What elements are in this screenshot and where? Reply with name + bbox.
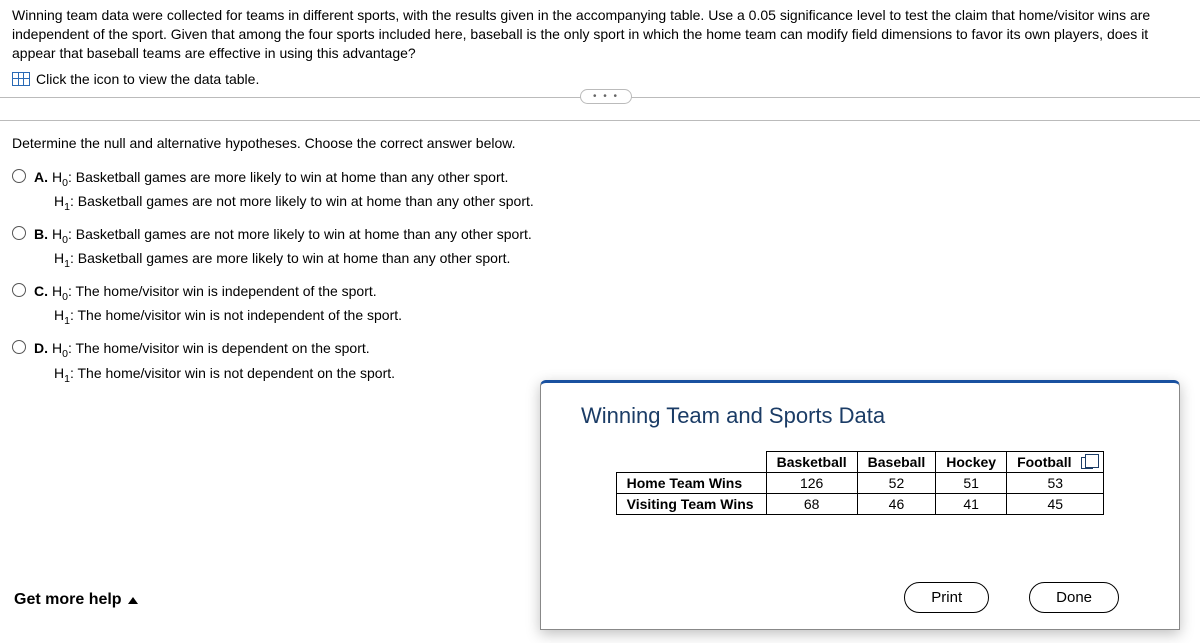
radio-d[interactable]: [12, 340, 26, 354]
option-a-h0: Basketball games are more likely to win …: [76, 169, 509, 185]
hypothesis-prompt: Determine the null and alternative hypot…: [0, 121, 1200, 157]
option-c-h0: The home/visitor win is independent of t…: [76, 283, 377, 299]
col-basketball: Basketball: [766, 452, 857, 473]
get-more-help-label: Get more help: [14, 591, 122, 609]
copy-icon[interactable]: [1081, 457, 1093, 469]
option-a-h1: Basketball games are not more likely to …: [78, 193, 534, 209]
ellipsis-icon[interactable]: • • •: [580, 89, 632, 104]
chevron-up-icon: [128, 597, 138, 604]
radio-c[interactable]: [12, 283, 26, 297]
col-football: Football: [1007, 452, 1104, 473]
option-c[interactable]: C.H0: The home/visitor win is independen…: [12, 277, 1188, 334]
data-table-popup: Winning Team and Sports Data Basketball …: [540, 380, 1180, 630]
section-divider: • • •: [0, 97, 1200, 121]
option-a[interactable]: A.H0: Basketball games are more likely t…: [12, 163, 1188, 220]
col-hockey: Hockey: [936, 452, 1007, 473]
col-baseball: Baseball: [857, 452, 936, 473]
table-row: Home Team Wins 126 52 51 53: [616, 473, 1104, 494]
option-b-h1: Basketball games are more likely to win …: [78, 250, 511, 266]
get-more-help-button[interactable]: Get more help: [14, 591, 138, 609]
table-row: Visiting Team Wins 68 46 41 45: [616, 494, 1104, 515]
question-intro: Winning team data were collected for tea…: [0, 0, 1200, 67]
radio-a[interactable]: [12, 169, 26, 183]
option-d-h1: The home/visitor win is not dependent on…: [78, 365, 396, 381]
sports-data-table: Basketball Baseball Hockey Football Home…: [616, 451, 1105, 515]
table-icon: [12, 72, 30, 86]
radio-b[interactable]: [12, 226, 26, 240]
option-b[interactable]: B.H0: Basketball games are not more like…: [12, 220, 1188, 277]
print-button[interactable]: Print: [904, 582, 989, 613]
view-data-link-text: Click the icon to view the data table.: [36, 71, 259, 87]
option-d-h0: The home/visitor win is dependent on the…: [76, 340, 370, 356]
option-b-h0: Basketball games are not more likely to …: [76, 226, 532, 242]
popup-title: Winning Team and Sports Data: [581, 403, 1151, 429]
done-button[interactable]: Done: [1029, 582, 1119, 613]
options-group: A.H0: Basketball games are more likely t…: [0, 157, 1200, 397]
option-c-h1: The home/visitor win is not independent …: [78, 307, 403, 323]
